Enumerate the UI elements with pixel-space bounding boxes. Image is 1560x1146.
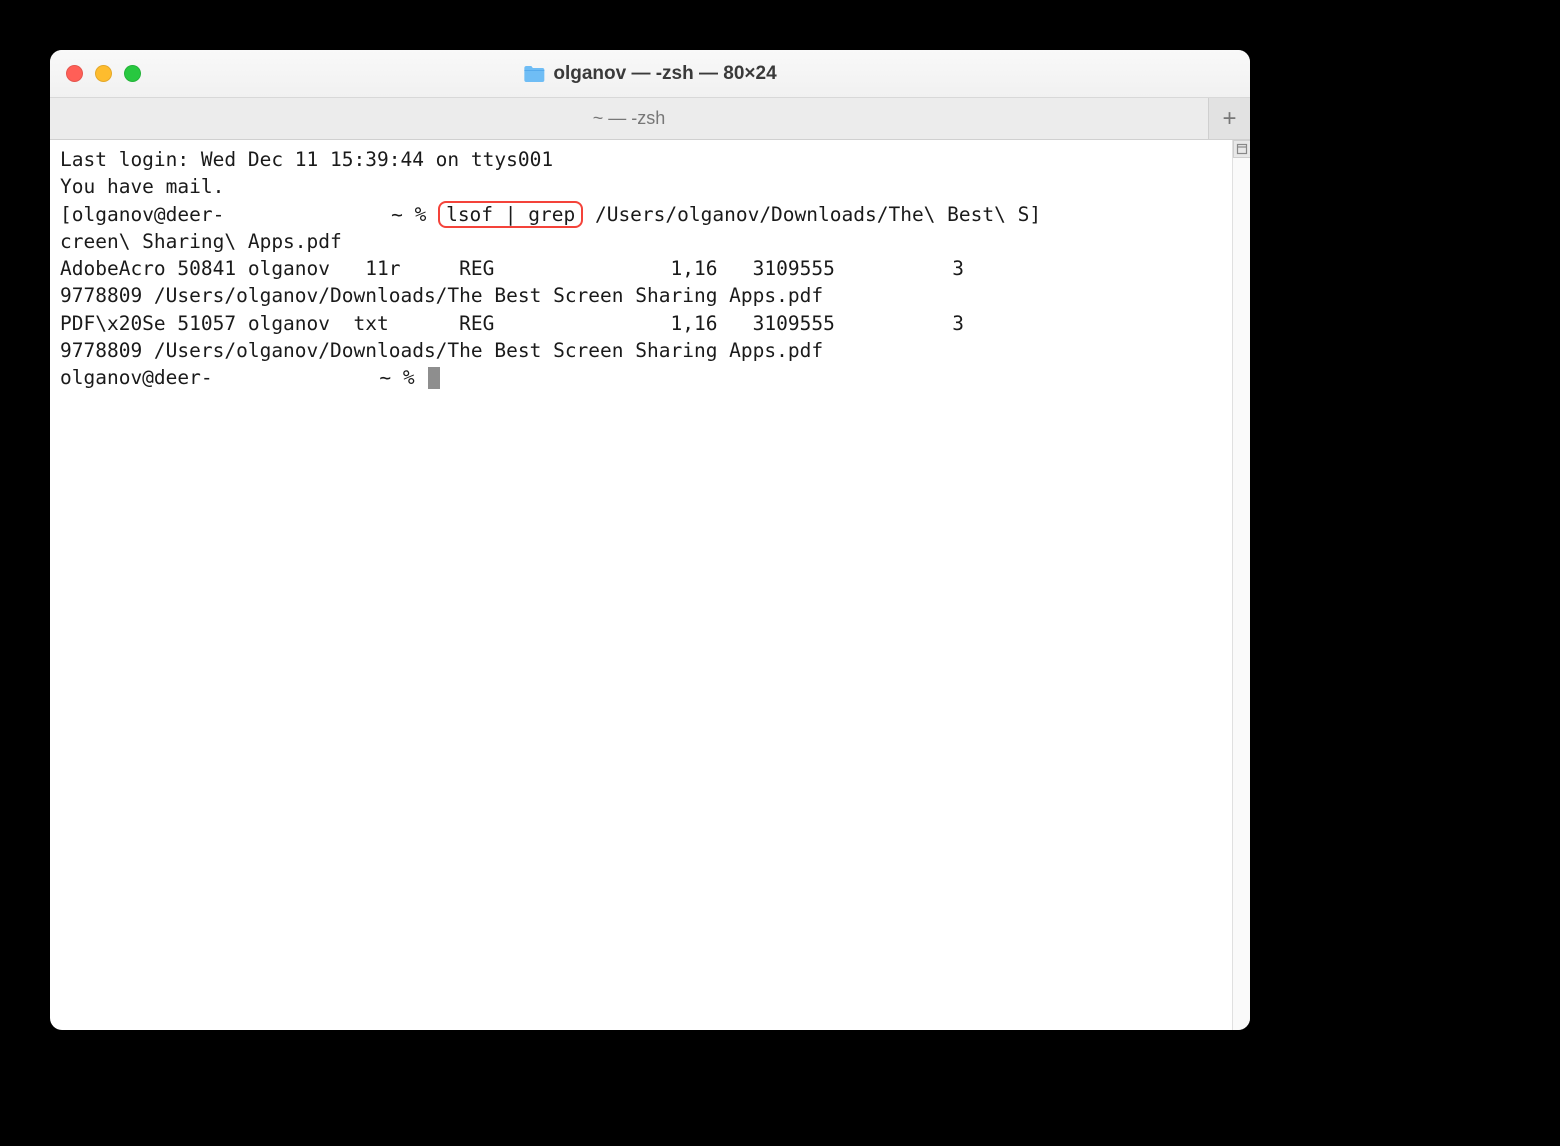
window-title-text: olganov — -zsh — 80×24: [553, 63, 776, 85]
output-line: Last login: Wed Dec 11 15:39:44 on ttys0…: [60, 146, 1222, 173]
highlighted-command: lsof | grep: [438, 201, 583, 228]
maximize-button[interactable]: [124, 65, 141, 82]
scrollbar-handle-icon[interactable]: [1233, 140, 1250, 158]
new-tab-button[interactable]: +: [1208, 98, 1250, 139]
plus-icon: +: [1222, 105, 1236, 133]
command-argument: /Users/olganov/Downloads/The\ Best\ S]: [583, 203, 1041, 226]
terminal-output[interactable]: Last login: Wed Dec 11 15:39:44 on ttys0…: [50, 140, 1232, 1030]
folder-icon: [523, 65, 545, 83]
window-controls: [50, 65, 141, 82]
output-line: PDF\x20Se 51057 olganov txt REG 1,16 310…: [60, 310, 1222, 337]
output-line: AdobeAcro 50841 olganov 11r REG 1,16 310…: [60, 255, 1222, 282]
command-wrap: creen\ Sharing\ Apps.pdf: [60, 228, 1222, 255]
redacted-hostname: [213, 369, 368, 389]
close-button[interactable]: [66, 65, 83, 82]
tab-bar: ~ — -zsh +: [50, 98, 1250, 140]
prompt-line: olganov@deer- ~ %: [60, 364, 1222, 391]
tab-current[interactable]: ~ — -zsh: [50, 98, 1208, 139]
output-line: 9778809 /Users/olganov/Downloads/The Bes…: [60, 337, 1222, 364]
content-area: Last login: Wed Dec 11 15:39:44 on ttys0…: [50, 140, 1250, 1030]
minimize-button[interactable]: [95, 65, 112, 82]
command-line: [olganov@deer- ~ % lsof | grep /Users/ol…: [60, 201, 1222, 228]
prompt-user: olganov@deer-: [60, 366, 213, 389]
prompt-suffix: ~ %: [368, 366, 427, 389]
cursor: [428, 367, 440, 389]
terminal-window: olganov — -zsh — 80×24 ~ — -zsh + Last l…: [50, 50, 1250, 1030]
scrollbar[interactable]: [1232, 140, 1250, 1030]
prompt-user: olganov@deer-: [72, 203, 225, 226]
output-line: 9778809 /Users/olganov/Downloads/The Bes…: [60, 282, 1222, 309]
window-title: olganov — -zsh — 80×24: [523, 63, 776, 85]
redacted-hostname: [224, 205, 379, 225]
output-line: You have mail.: [60, 173, 1222, 200]
prompt-suffix: ~ %: [379, 203, 438, 226]
titlebar[interactable]: olganov — -zsh — 80×24: [50, 50, 1250, 98]
tab-label: ~ — -zsh: [593, 108, 666, 129]
